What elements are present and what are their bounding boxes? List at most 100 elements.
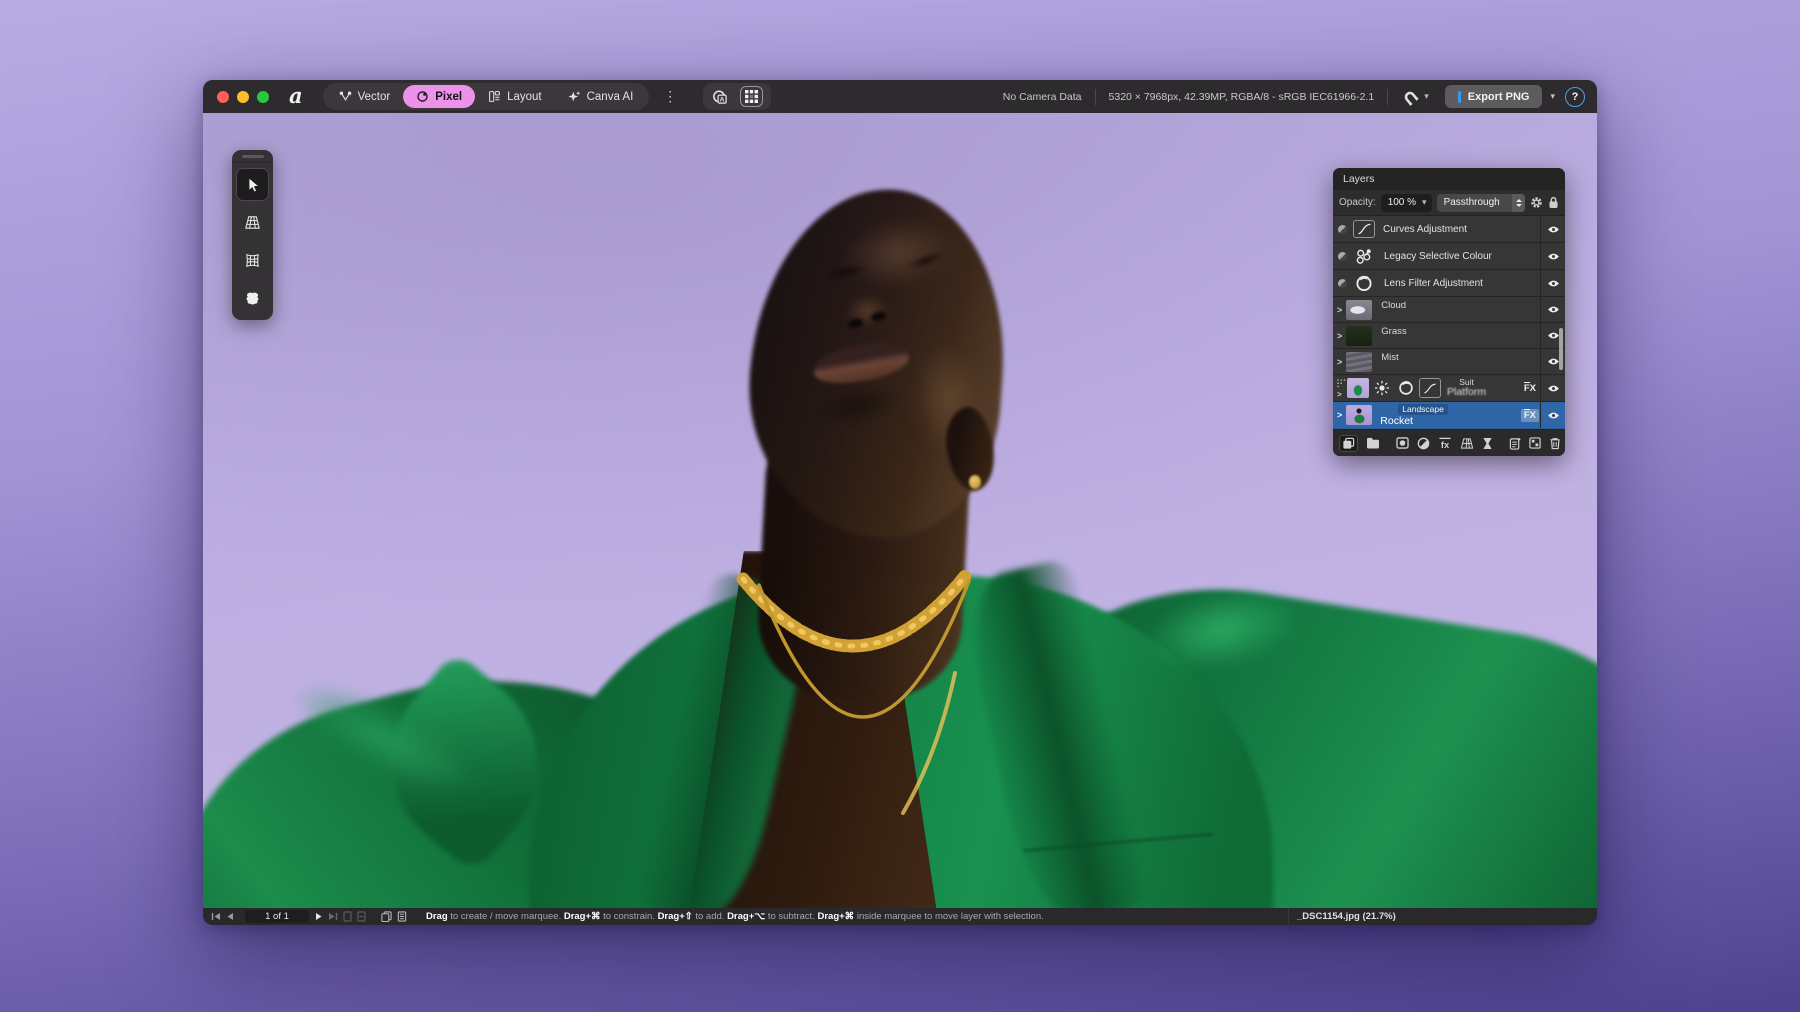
palette-drag-handle[interactable] — [232, 150, 273, 163]
studio-grid-button[interactable] — [740, 86, 763, 107]
opacity-dropdown[interactable]: 100 % ▾ — [1381, 194, 1432, 212]
next-page-button[interactable] — [315, 912, 323, 921]
file-info: _DSC1154.jpg (21.7%) — [1289, 911, 1597, 922]
move-tool-button[interactable] — [236, 168, 269, 201]
previous-page-button[interactable] — [226, 912, 234, 921]
snapping-control[interactable]: ▾ — [1401, 88, 1429, 106]
persona-pixel[interactable]: Pixel — [403, 85, 475, 108]
eye-icon — [1547, 357, 1560, 366]
lock-icon[interactable] — [1548, 196, 1559, 209]
layer-row-platform[interactable]: > Suit Platform FX — [1333, 375, 1565, 402]
add-mask-button[interactable] — [1396, 437, 1409, 449]
layer-visibility-cell[interactable] — [1540, 375, 1565, 401]
layer-row-lens-filter-adjustment[interactable]: Lens Filter Adjustment — [1333, 270, 1565, 297]
add-page-button[interactable] — [343, 911, 352, 922]
close-window-button[interactable] — [217, 91, 229, 103]
add-snapshot-button[interactable] — [1509, 437, 1521, 450]
first-page-icon — [211, 912, 221, 921]
layers-panel-toolbar: fx — [1333, 429, 1565, 456]
layer-visibility-cell[interactable] — [1540, 243, 1565, 269]
cloud-layer-thumbnail[interactable] — [1346, 300, 1372, 320]
trash-icon — [1549, 437, 1561, 450]
perspective-tool-button[interactable] — [236, 206, 269, 239]
persona-canva-ai[interactable]: Canva AI — [555, 85, 647, 108]
layer-visibility-cell[interactable] — [1540, 297, 1565, 322]
add-live-filter-button[interactable]: fx — [1438, 437, 1452, 450]
expand-chevron-icon[interactable]: > — [1337, 357, 1342, 367]
assistant-button[interactable]: A — [711, 88, 728, 105]
delete-page-button[interactable] — [357, 911, 366, 922]
add-mesh-button[interactable] — [1460, 437, 1474, 450]
svg-text:fx: fx — [1441, 440, 1450, 450]
layer-effects-badge[interactable]: FX — [1521, 382, 1539, 395]
hourglass-button[interactable] — [1482, 437, 1493, 450]
eye-icon — [1547, 225, 1560, 234]
layer-visibility-cell[interactable] — [1540, 270, 1565, 296]
layer-name: Rocket — [1380, 416, 1448, 427]
last-page-button[interactable] — [328, 912, 338, 921]
layer-row-grass[interactable]: > Grass — [1333, 323, 1565, 349]
statusbar-right: _DSC1154.jpg (21.7%) — [1288, 908, 1597, 925]
mesh-warp-icon — [243, 251, 262, 270]
more-options-menu[interactable]: ⋮ — [663, 88, 677, 105]
gear-icon[interactable] — [1530, 196, 1543, 209]
folder-icon — [1366, 437, 1380, 449]
add-group-button[interactable] — [1366, 437, 1380, 449]
layer-row-legacy-selective-colour[interactable]: Legacy Selective Colour — [1333, 243, 1565, 270]
curves-adjustment-icon[interactable] — [1353, 220, 1375, 238]
layer-name: Cloud — [1381, 300, 1406, 311]
blend-mode-dropdown[interactable]: Passthrough — [1437, 194, 1525, 212]
pattern-checker-icon — [1529, 437, 1541, 449]
mesh-warp-tool-button[interactable] — [236, 244, 269, 277]
expand-chevron-icon[interactable]: > — [1337, 331, 1342, 341]
platform-layer-thumbnail[interactable] — [1347, 378, 1369, 398]
layer-visibility-cell[interactable] — [1540, 216, 1565, 242]
mist-layer-thumbnail[interactable] — [1346, 352, 1372, 372]
expand-chevron-icon[interactable]: > — [1337, 305, 1342, 315]
divider — [1095, 89, 1096, 105]
curves-adjustment-icon[interactable] — [1419, 378, 1441, 398]
layer-row-cloud[interactable]: > Cloud — [1333, 297, 1565, 323]
add-adjustment-button[interactable] — [1417, 437, 1430, 450]
lens-filter-icon[interactable] — [1352, 273, 1376, 293]
hourglass-icon — [1482, 437, 1493, 450]
expand-chevron-icon[interactable]: > — [1337, 410, 1342, 420]
adjustment-toggle-icon[interactable] — [1338, 225, 1347, 234]
layer-visibility-cell[interactable] — [1540, 402, 1565, 428]
layer-row-rocket-selected[interactable]: > Landscape Rocket FX — [1333, 402, 1565, 429]
add-pixel-layer-button[interactable] — [1339, 435, 1358, 452]
blob-tool-button[interactable] — [236, 282, 269, 315]
layers-scrollbar[interactable] — [1559, 328, 1563, 370]
duplicate-button[interactable] — [381, 911, 392, 922]
help-button[interactable]: ? — [1565, 87, 1585, 107]
export-png-button[interactable]: Export PNG — [1445, 85, 1543, 108]
adjustment-toggle-icon[interactable] — [1338, 279, 1347, 288]
persona-layout[interactable]: Layout — [475, 85, 555, 108]
layer-row-curves-adjustment[interactable]: Curves Adjustment — [1333, 216, 1565, 243]
brightness-adjustment-icon[interactable] — [1371, 378, 1393, 398]
rocket-layer-thumbnail[interactable] — [1346, 405, 1372, 425]
grass-layer-thumbnail[interactable] — [1346, 326, 1372, 346]
export-options-chevron[interactable]: ▾ — [1550, 91, 1555, 102]
lens-filter-adjustment-icon[interactable] — [1395, 378, 1417, 398]
zoom-window-button[interactable] — [257, 91, 269, 103]
minimize-window-button[interactable] — [237, 91, 249, 103]
layer-effects-badge[interactable]: FX — [1521, 409, 1539, 422]
list-view-button[interactable] — [397, 911, 407, 922]
move-cursor-icon — [244, 176, 262, 194]
adjustment-toggle-icon[interactable] — [1338, 252, 1347, 261]
titlebar-right: No Camera Data 5320 × 7968px, 42.39MP, R… — [1003, 85, 1585, 108]
delete-layer-button[interactable] — [1549, 437, 1561, 450]
expand-chevron-icon[interactable]: > — [1337, 390, 1342, 399]
chevron-down-icon[interactable]: ▾ — [1424, 91, 1429, 102]
selective-colour-icon[interactable] — [1352, 246, 1376, 266]
layer-row-mist[interactable]: > Mist — [1333, 349, 1565, 375]
pixel-persona-icon — [416, 90, 429, 103]
layers-panel-title: Layers — [1333, 168, 1565, 190]
vector-persona-icon — [339, 90, 352, 103]
first-page-button[interactable] — [211, 912, 221, 921]
persona-vector[interactable]: Vector — [326, 85, 404, 108]
pattern-button[interactable] — [1529, 437, 1541, 449]
eye-icon — [1547, 384, 1560, 393]
document-canvas[interactable]: Layers Opacity: 100 % ▾ Passthrough — [203, 113, 1597, 908]
